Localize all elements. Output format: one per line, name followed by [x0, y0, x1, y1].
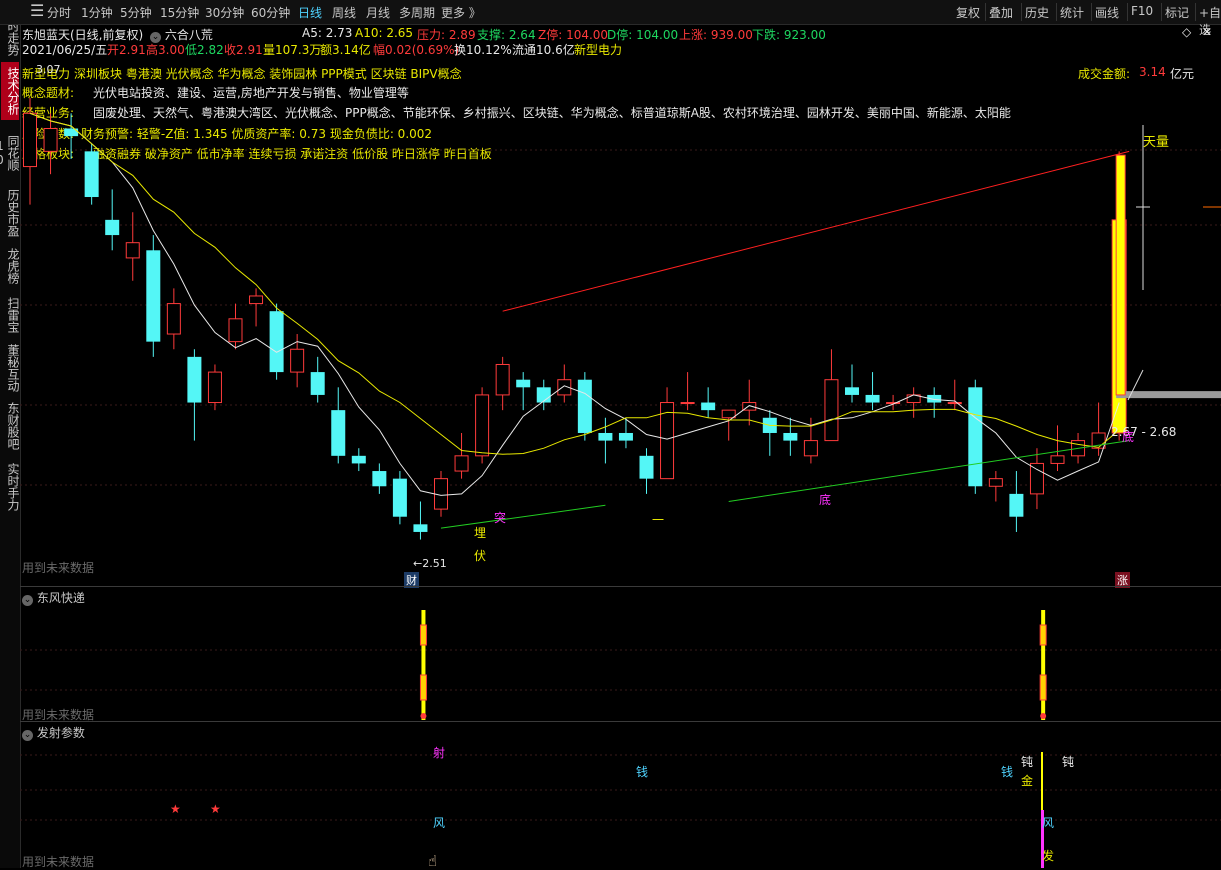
- candle-body: [207, 371, 222, 404]
- candle-body: [845, 387, 859, 395]
- candle-body: [968, 387, 983, 487]
- rocket-2-head: [1039, 624, 1047, 646]
- candle-body: [23, 112, 37, 168]
- chevron-down-icon: ⌄: [22, 730, 33, 741]
- candle-body: [783, 432, 798, 441]
- candle-body: [105, 219, 120, 236]
- panel3-title[interactable]: ⌄ 发射参数: [22, 724, 85, 741]
- tianliang-label: 天量: [1143, 135, 1170, 150]
- candle-body: [803, 440, 818, 457]
- candle-body: [618, 432, 633, 441]
- candle-body: [701, 402, 716, 411]
- candle-body: [680, 402, 695, 405]
- dun-label-1: 钝: [1021, 755, 1034, 769]
- candle-body: [187, 356, 202, 403]
- candle-body: [721, 409, 736, 419]
- qian-label-2: 钱: [1001, 765, 1014, 779]
- candle-body: [516, 379, 531, 388]
- support-trend-line: [728, 440, 1130, 502]
- rocket-2-tail: [1039, 674, 1047, 701]
- tu-signal: 突: [494, 511, 507, 525]
- fu-signal: 伏: [474, 549, 487, 563]
- panel-divider-2: [20, 721, 1221, 722]
- feng-label-2: 风: [1042, 816, 1055, 830]
- qian-label-1: 钱: [636, 765, 649, 779]
- candle-body: [413, 524, 428, 532]
- panel2-title-text: 东风快递: [36, 591, 85, 605]
- support-trend-line: [440, 504, 606, 529]
- main-future-note: 用到未来数据: [22, 561, 95, 575]
- candle-body: [577, 379, 592, 433]
- candle-body: [372, 471, 387, 487]
- ma5-line: [29, 112, 1120, 496]
- panel3-title-text: 发射参数: [36, 726, 85, 740]
- candle-body: [454, 455, 469, 472]
- candle-body: [392, 478, 407, 517]
- range-label: 2.67 - 2.68: [1111, 425, 1177, 439]
- candle-body: [824, 379, 839, 442]
- jin-label: 金: [1021, 774, 1034, 788]
- candle-body: [43, 128, 58, 152]
- star-marker-2: ★: [210, 802, 221, 816]
- fa-label: 发: [1042, 849, 1055, 863]
- top-price-label: 3.07: [36, 63, 61, 76]
- candle-body: [1009, 493, 1024, 517]
- candle-body: [475, 394, 490, 457]
- rocket-1-head: [419, 624, 427, 646]
- panel3-future-note: 用到未来数据: [22, 855, 95, 869]
- panel-divider-1: [20, 586, 1221, 587]
- candle-body: [351, 455, 366, 464]
- candle-body: [310, 372, 325, 395]
- rocket-1-flame: [420, 713, 427, 719]
- candle-body: [495, 363, 510, 396]
- dun-label-2: 钝: [1062, 755, 1075, 769]
- signal-bar: [1115, 154, 1126, 396]
- she-label: 射: [433, 746, 446, 760]
- candle-body: [598, 432, 613, 441]
- di-signal-1: 底: [819, 493, 832, 507]
- di-signal-2: 底: [1122, 430, 1135, 444]
- candle-body: [331, 410, 346, 456]
- candle-body: [290, 348, 305, 373]
- yi-signal: 一: [652, 513, 665, 527]
- candle-body: [988, 478, 1003, 487]
- candle-body: [1029, 462, 1044, 495]
- candle-body: [947, 402, 962, 405]
- candle-body: [865, 394, 880, 403]
- low-price-label: ←2.51: [413, 557, 447, 570]
- candle-body: [166, 303, 181, 335]
- candle-body: [84, 151, 99, 198]
- candle-body: [1050, 455, 1065, 464]
- resistance-trend-line: [502, 150, 1130, 312]
- candle-body: [639, 455, 654, 479]
- candle-body: [146, 250, 161, 342]
- candle-body: [228, 318, 243, 343]
- price-chart[interactable]: [0, 0, 1221, 868]
- star-marker-1: ★: [170, 802, 181, 816]
- rocket-2-flame: [1040, 713, 1047, 719]
- candle-body: [886, 402, 901, 405]
- candle-body: [269, 311, 284, 373]
- panel2-title[interactable]: ⌄ 东风快递: [22, 589, 85, 606]
- candle-body: [249, 295, 264, 305]
- candle-body: [536, 387, 551, 403]
- hand-cursor-icon: ☝: [428, 852, 438, 870]
- feng-label-1: 风: [433, 816, 446, 830]
- rocket-1-tail: [419, 674, 427, 701]
- candle-body: [125, 242, 140, 259]
- chevron-down-icon: ⌄: [22, 595, 33, 606]
- mai-signal: 埋: [474, 526, 487, 540]
